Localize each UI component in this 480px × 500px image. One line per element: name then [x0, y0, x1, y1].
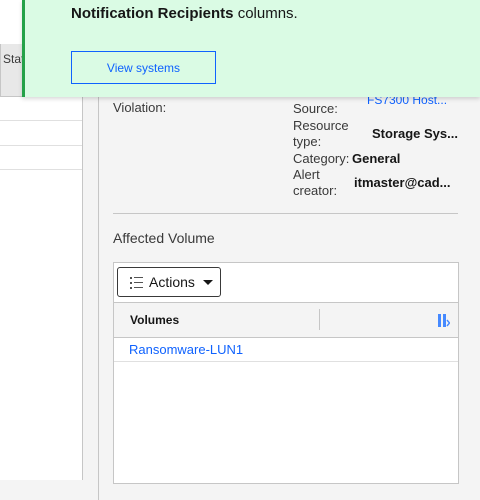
notification-bold-text: Notification Recipients [71, 5, 234, 22]
affected-volume-title: Affected Volume [113, 230, 215, 246]
volumes-table-header: Volumes [114, 302, 458, 338]
view-systems-button[interactable]: View systems [71, 51, 216, 84]
alert-creator-value: itmaster@cad... [354, 175, 451, 190]
success-notification: Notification Recipients columns. View sy… [22, 0, 480, 97]
resource-type-value: Storage Sys... [372, 126, 458, 141]
caret-down-icon [202, 279, 213, 285]
source-label: Source: [293, 101, 338, 116]
column-separator [0, 44, 1, 96]
column-resize-handle[interactable] [319, 309, 320, 330]
table-row[interactable] [0, 96, 82, 121]
volumes-column-header[interactable]: Volumes [130, 313, 179, 327]
notification-text: columns. [233, 5, 298, 22]
actions-label: Actions [149, 274, 195, 290]
table-row[interactable] [0, 121, 82, 146]
resource-type-label-line2: type: [293, 134, 322, 149]
list-icon [130, 276, 143, 289]
notification-message: Notification Recipients columns. [71, 5, 298, 22]
alert-creator-label-line1: Alert [293, 167, 320, 182]
resource-type-label-line1: Resource [293, 118, 349, 133]
actions-dropdown-button[interactable]: Actions [117, 267, 221, 297]
table-row[interactable] [0, 145, 82, 170]
alert-creator-label-line2: creator: [293, 183, 338, 198]
affected-volume-table: Actions Volumes Ransomware-LUN1 [113, 262, 459, 484]
category-value: General [352, 151, 401, 166]
category-label: Category: [293, 151, 350, 166]
violation-label: Violation: [113, 100, 167, 115]
volume-link[interactable]: Ransomware-LUN1 [129, 342, 243, 357]
column-settings-glyph [446, 319, 450, 327]
column-settings-icon[interactable] [438, 314, 450, 327]
section-divider [113, 213, 458, 214]
table-row[interactable]: Ransomware-LUN1 [114, 337, 458, 362]
